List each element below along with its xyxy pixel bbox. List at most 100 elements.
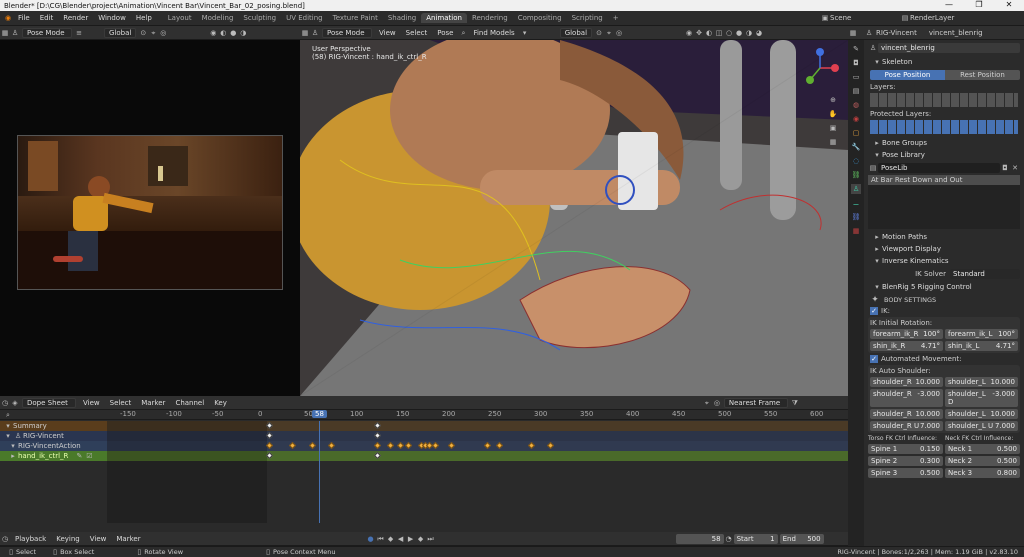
pivot-icon[interactable]: ⊙ bbox=[138, 28, 148, 38]
xray-icon[interactable]: ◫ bbox=[714, 28, 724, 38]
snap-icon[interactable]: ⌖ bbox=[148, 28, 158, 38]
left-orientation-dropdown[interactable]: Global bbox=[104, 27, 137, 38]
tab-layout[interactable]: Layout bbox=[163, 13, 197, 23]
close-button[interactable]: ✕ bbox=[994, 0, 1024, 9]
next-key-icon[interactable]: ◆ bbox=[416, 534, 426, 544]
snap-mode-dropdown[interactable]: Nearest Frame bbox=[723, 397, 788, 408]
texture-icon[interactable]: ▦ bbox=[851, 226, 861, 236]
modifier-icon[interactable]: 🔧 bbox=[851, 142, 861, 152]
automated-movement-checkbox[interactable]: ✓ bbox=[870, 355, 878, 363]
scene-icon[interactable]: ◍ bbox=[851, 100, 861, 110]
scene-selector[interactable]: Scene bbox=[830, 14, 900, 22]
main-menu-view[interactable]: View bbox=[374, 29, 401, 37]
tab-compositing[interactable]: Compositing bbox=[513, 13, 567, 23]
play-icon[interactable]: ▶ bbox=[406, 534, 416, 544]
frame-ruler[interactable]: ⌕ -150 -100 -50 0 50 100 150 200 250 300 350 400 450… bbox=[0, 410, 848, 420]
editor-type-icon[interactable]: ▦ bbox=[300, 28, 310, 38]
left-mode-dropdown[interactable]: Pose Mode bbox=[22, 27, 72, 38]
camera-view-icon[interactable]: ▣ bbox=[828, 123, 838, 133]
menu-edit[interactable]: Edit bbox=[35, 14, 59, 22]
shoulder-field[interactable]: shoulder_R U 7.000 bbox=[870, 421, 943, 431]
proportional-icon[interactable]: ◎ bbox=[158, 28, 168, 38]
viewport-display-header[interactable]: ▸ Viewport Display bbox=[864, 243, 1024, 255]
close-icon[interactable]: ✕ bbox=[1010, 163, 1020, 173]
minimize-button[interactable]: — bbox=[934, 0, 964, 9]
shading-solid-icon[interactable]: ● bbox=[228, 28, 238, 38]
poselib-list[interactable]: At Bar Rest Down and Out bbox=[868, 175, 1020, 229]
editor-type-icon[interactable]: ▦ bbox=[0, 28, 10, 38]
current-frame-field[interactable]: 58 bbox=[675, 533, 724, 544]
visibility-icon[interactable]: ◉ bbox=[684, 28, 694, 38]
spine-3-field[interactable]: Spine 3 0.500 bbox=[868, 468, 943, 478]
render-layer-selector[interactable]: RenderLayer bbox=[910, 14, 954, 22]
object-icon[interactable]: ▢ bbox=[851, 128, 861, 138]
checkbox-icon[interactable]: ☑ bbox=[84, 451, 94, 461]
left-viewport[interactable] bbox=[0, 40, 300, 396]
menu-render[interactable]: Render bbox=[58, 14, 93, 22]
channel-hand-ik-ctrl-r[interactable]: ▸ hand_ik_ctrl_R ✎ ☑ bbox=[0, 451, 107, 461]
skeleton-panel-header[interactable]: ▾ Skeleton bbox=[864, 56, 1024, 68]
editor-type-icon[interactable]: ◷ bbox=[0, 534, 10, 544]
rest-position-button[interactable]: Rest Position bbox=[945, 70, 1020, 80]
poselib-name-field[interactable]: PoseLib bbox=[878, 163, 1000, 173]
channel-summary[interactable]: ▾ Summary bbox=[0, 421, 107, 431]
blender-logo-icon[interactable]: ◉ bbox=[3, 13, 13, 23]
ds-menu-key[interactable]: Key bbox=[209, 399, 232, 407]
menu-file[interactable]: File bbox=[13, 14, 35, 22]
neck-3-field[interactable]: Neck 3 0.800 bbox=[945, 468, 1020, 478]
view-layer-icon[interactable]: ▤ bbox=[851, 86, 861, 96]
wrench-icon[interactable]: ✎ bbox=[74, 451, 84, 461]
shoulder-field[interactable]: shoulder_L 10.000 bbox=[945, 409, 1018, 419]
overlay-icon[interactable]: ◐ bbox=[704, 28, 714, 38]
shoulder-field[interactable]: shoulder_L U 7.000 bbox=[945, 421, 1018, 431]
neck-2-field[interactable]: Neck 2 0.500 bbox=[945, 456, 1020, 466]
ik-solver-dropdown[interactable]: Standard bbox=[950, 269, 1020, 279]
maximize-button[interactable]: ❐ bbox=[964, 0, 994, 9]
gizmo-icon[interactable]: ✥ bbox=[694, 28, 704, 38]
main-orientation-dropdown[interactable]: Global bbox=[559, 27, 593, 38]
tab-animation[interactable]: Animation bbox=[421, 13, 467, 23]
pivot-icon[interactable]: ⊙ bbox=[594, 28, 604, 38]
dropdown-arrow-icon[interactable]: ▾ bbox=[520, 28, 530, 38]
current-frame-indicator[interactable]: 58 bbox=[312, 410, 327, 418]
snap-icon[interactable]: ⌖ bbox=[702, 398, 712, 408]
shoulder-field[interactable]: shoulder_L 10.000 bbox=[945, 377, 1018, 387]
marker-menu[interactable]: Marker bbox=[111, 535, 145, 543]
shading-material-icon[interactable]: ◑ bbox=[744, 28, 754, 38]
armature-name-field[interactable]: vincent_blenrig bbox=[878, 43, 1020, 53]
find-models-button[interactable]: Find Models bbox=[468, 29, 519, 37]
proportional-icon[interactable]: ◎ bbox=[614, 28, 624, 38]
pan-icon[interactable]: ✋ bbox=[828, 109, 838, 119]
main-viewport[interactable]: User Perspective (58) RIG-Vincent : hand… bbox=[300, 40, 848, 396]
shoulder-field[interactable]: shoulder_R 10.000 bbox=[870, 409, 943, 419]
jump-start-icon[interactable]: ⏮ bbox=[376, 534, 386, 544]
neck-1-field[interactable]: Neck 1 0.500 bbox=[945, 444, 1020, 454]
shoulder-field[interactable]: shoulder_L D -3.000 bbox=[945, 389, 1018, 407]
playback-menu[interactable]: Playback bbox=[10, 535, 51, 543]
menu-help[interactable]: Help bbox=[131, 14, 157, 22]
editor-type-icon[interactable]: ▦ bbox=[848, 28, 858, 38]
menu-icon[interactable]: ≡ bbox=[74, 28, 84, 38]
inverse-kinematics-header[interactable]: ▾ Inverse Kinematics bbox=[864, 255, 1024, 267]
forearm-ik-r-field[interactable]: forearm_ik_R 100° bbox=[870, 329, 943, 339]
ds-menu-select[interactable]: Select bbox=[105, 399, 137, 407]
shin-ik-r-field[interactable]: shin_ik_R 4.71° bbox=[870, 341, 943, 351]
jump-end-icon[interactable]: ⏭ bbox=[426, 534, 436, 544]
poselib-list-item[interactable]: At Bar Rest Down and Out bbox=[868, 175, 1020, 185]
ds-menu-marker[interactable]: Marker bbox=[136, 399, 170, 407]
spine-1-field[interactable]: Spine 1 0.150 bbox=[868, 444, 943, 454]
tab-scripting[interactable]: Scripting bbox=[567, 13, 608, 23]
tab-modeling[interactable]: Modeling bbox=[197, 13, 239, 23]
shading-rendered-icon[interactable]: ◕ bbox=[754, 28, 764, 38]
constraints-icon[interactable]: ⛓ bbox=[851, 170, 861, 180]
spine-2-field[interactable]: Spine 2 0.300 bbox=[868, 456, 943, 466]
physics-icon[interactable]: ◌ bbox=[851, 156, 861, 166]
tab-rendering[interactable]: Rendering bbox=[467, 13, 513, 23]
navigation-gizmo[interactable] bbox=[800, 48, 840, 88]
tab-sculpting[interactable]: Sculpting bbox=[238, 13, 281, 23]
ds-menu-channel[interactable]: Channel bbox=[170, 399, 209, 407]
dopesheet-mode-dropdown[interactable]: Dope Sheet bbox=[22, 397, 76, 408]
pose-library-header[interactable]: ▾ Pose Library bbox=[864, 149, 1024, 161]
end-frame-field[interactable]: End 500 bbox=[779, 533, 824, 544]
render-icon[interactable]: ◘ bbox=[851, 58, 861, 68]
